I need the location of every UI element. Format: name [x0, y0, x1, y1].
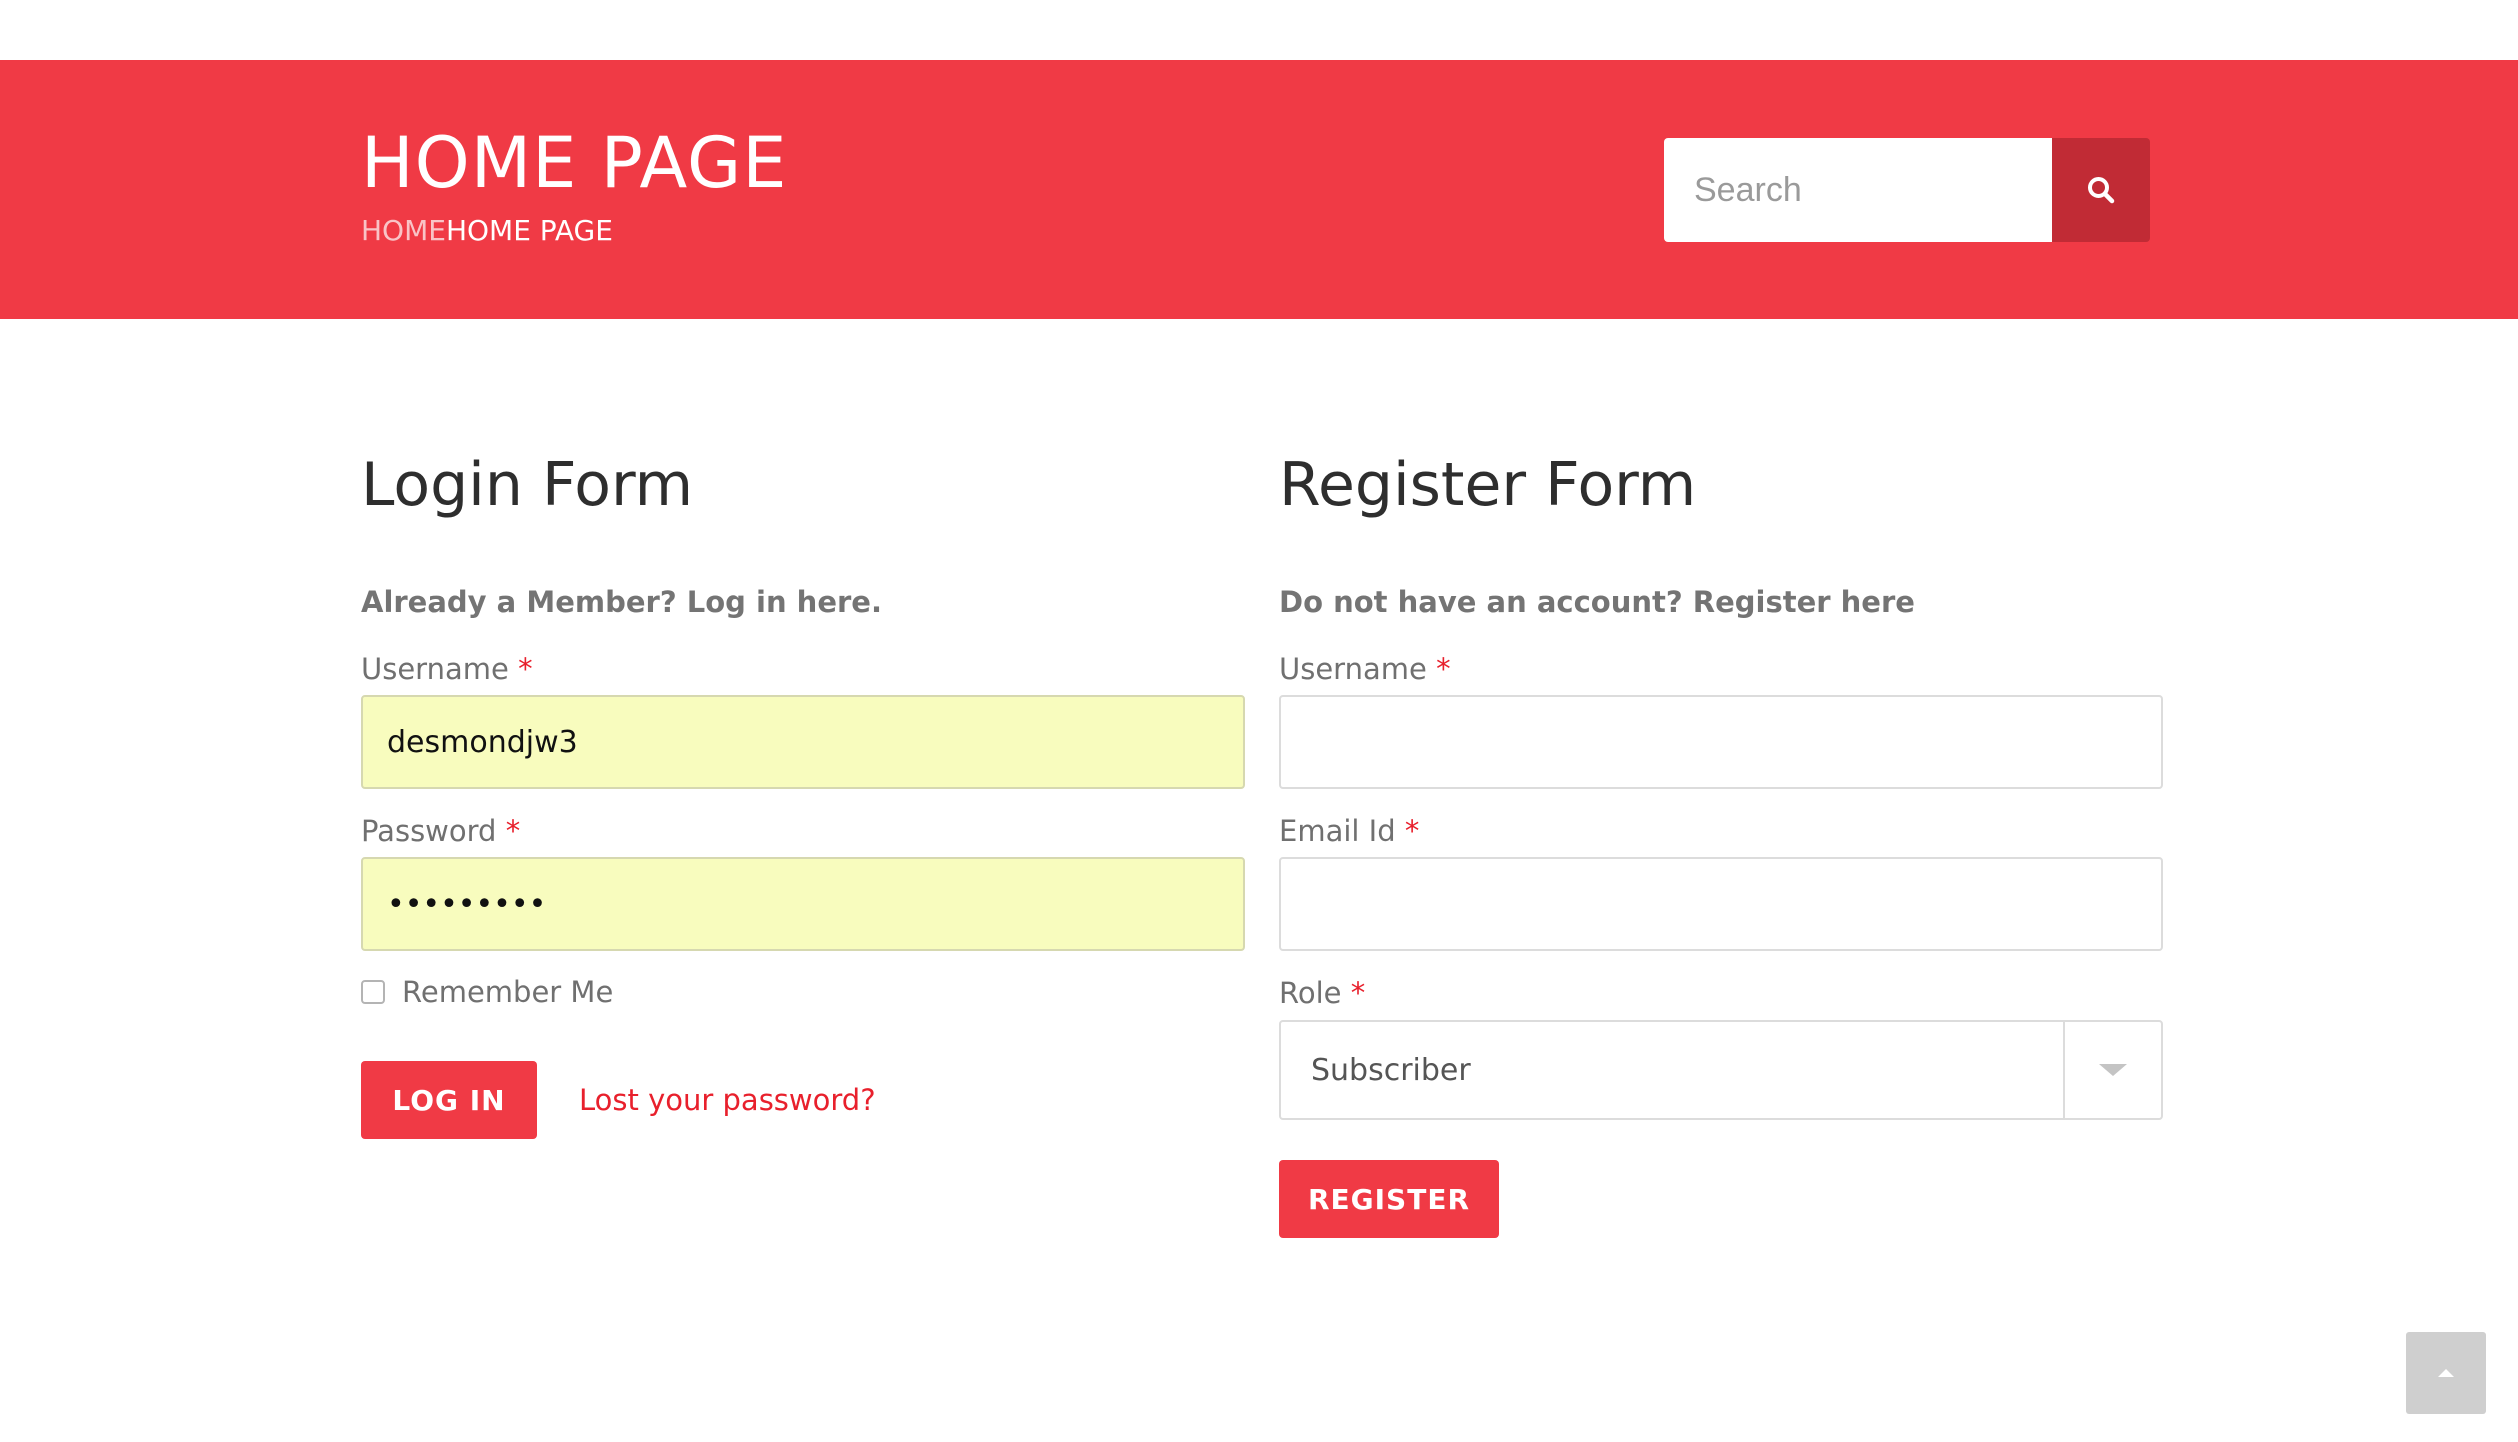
breadcrumb: HOMEHOME PAGE	[361, 214, 613, 248]
required-mark: *	[1350, 976, 1366, 1010]
register-form-intro: Do not have an account? Register here	[1279, 585, 1915, 619]
search-button[interactable]	[2052, 138, 2150, 242]
role-select[interactable]: Subscriber	[1279, 1020, 2163, 1120]
register-role-label: Role *	[1279, 976, 1366, 1010]
register-email-label: Email Id *	[1279, 814, 1420, 848]
search-input[interactable]	[1664, 138, 2052, 242]
register-form-title: Register Form	[1279, 450, 1697, 520]
register-email-input[interactable]	[1279, 857, 2163, 951]
register-username-label: Username *	[1279, 652, 1451, 686]
login-password-input[interactable]	[361, 857, 1245, 951]
page-title: HOME PAGE	[361, 122, 788, 204]
login-username-input[interactable]	[361, 695, 1245, 789]
remember-me-label: Remember Me	[402, 975, 614, 1009]
lost-password-link[interactable]: Lost your password?	[579, 1080, 876, 1120]
remember-me-checkbox[interactable]	[361, 980, 385, 1004]
role-select-toggle[interactable]	[2063, 1022, 2161, 1118]
required-mark: *	[1404, 814, 1420, 848]
login-form-title: Login Form	[361, 450, 694, 520]
login-username-label: Username *	[361, 652, 533, 686]
required-mark: *	[1436, 652, 1451, 686]
login-button[interactable]: LOG IN	[361, 1061, 537, 1139]
register-button[interactable]: REGISTER	[1279, 1160, 1499, 1238]
role-select-value: Subscriber	[1311, 1052, 1471, 1088]
chevron-down-icon	[2099, 1064, 2127, 1076]
register-username-input[interactable]	[1279, 695, 2163, 789]
search-icon	[2088, 177, 2115, 204]
scroll-to-top-button[interactable]	[2406, 1332, 2486, 1414]
breadcrumb-current: HOME PAGE	[445, 214, 613, 247]
required-mark: *	[505, 814, 521, 848]
login-password-label: Password *	[361, 814, 521, 848]
chevron-up-icon	[2438, 1369, 2454, 1377]
remember-me[interactable]: Remember Me	[361, 975, 613, 1009]
login-form-intro: Already a Member? Log in here.	[361, 585, 882, 619]
required-mark: *	[518, 652, 533, 686]
breadcrumb-home-link[interactable]: HOME	[361, 214, 446, 247]
